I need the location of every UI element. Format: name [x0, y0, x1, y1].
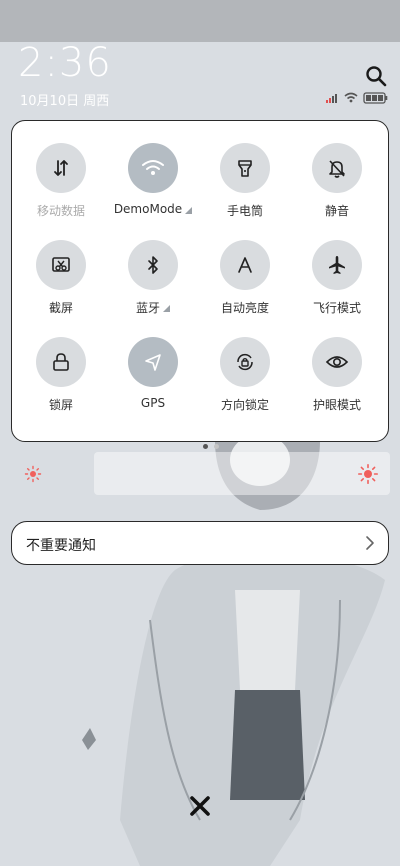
- mobile-data-icon: [36, 143, 86, 193]
- auto-brightness-icon: [220, 240, 270, 290]
- brightness-low-icon: [24, 465, 42, 483]
- flashlight-icon: [220, 143, 270, 193]
- page-dot[interactable]: [214, 444, 219, 449]
- mute-bell-icon: [312, 143, 362, 193]
- tile-screenshot[interactable]: 截屏: [16, 240, 106, 330]
- tile-label: 手电筒: [226, 204, 263, 218]
- battery-icon: [363, 92, 388, 104]
- expand-arrow-icon[interactable]: [185, 206, 193, 214]
- tile-label: 护眼模式: [312, 398, 361, 412]
- tile-label-row: 蓝牙: [108, 299, 198, 316]
- wifi-status-icon: [344, 92, 358, 103]
- tile-flashlight[interactable]: 手电筒: [200, 143, 290, 233]
- tile-label: DemoMode: [113, 202, 183, 216]
- tile-gps[interactable]: GPS: [108, 337, 198, 427]
- tile-mute[interactable]: 静音: [292, 143, 382, 233]
- bluetooth-icon: [128, 240, 178, 290]
- tile-label: 自动亮度: [220, 301, 269, 315]
- tile-eye-care[interactable]: 护眼模式: [292, 337, 382, 427]
- tile-bluetooth[interactable]: 蓝牙: [108, 240, 198, 330]
- search-icon[interactable]: [364, 64, 388, 88]
- tile-lock-screen[interactable]: 锁屏: [16, 337, 106, 427]
- chevron-right-icon: [366, 536, 374, 550]
- rotation-lock-icon: [220, 337, 270, 387]
- lock-icon: [36, 337, 86, 387]
- tile-rotation-lock[interactable]: 方向锁定: [200, 337, 290, 427]
- brightness-control: [0, 452, 400, 496]
- eye-icon: [312, 337, 362, 387]
- top-status-strip: [0, 0, 400, 42]
- notification-group-label: 不重要通知: [26, 538, 96, 554]
- tile-label-row: DemoMode: [108, 202, 198, 216]
- clear-all-close-icon[interactable]: [188, 794, 212, 818]
- tile-label: 方向锁定: [220, 398, 269, 412]
- tile-label: 移动数据: [36, 204, 85, 218]
- tile-mobile-data[interactable]: 移动数据: [16, 143, 106, 233]
- tile-label: 截屏: [48, 301, 73, 315]
- status-icons: [326, 92, 388, 104]
- brightness-slider[interactable]: [94, 452, 390, 495]
- tile-label: 蓝牙: [135, 301, 160, 315]
- quick-settings-panel: 移动数据 DemoMode 手电筒 静音 截屏 蓝牙 自动亮度 飞行模式 锁屏 …: [11, 120, 389, 449]
- wifi-icon: [128, 143, 178, 193]
- tile-label: GPS: [140, 396, 166, 410]
- gps-icon: [128, 337, 178, 387]
- date-label: 10月10日 周西: [20, 94, 110, 109]
- page-dot-active[interactable]: [203, 444, 208, 449]
- tile-label: 飞行模式: [312, 301, 361, 315]
- tile-label: 静音: [324, 204, 349, 218]
- tile-label: 锁屏: [48, 398, 73, 412]
- tile-auto-brightness[interactable]: 自动亮度: [200, 240, 290, 330]
- screenshot-icon: [36, 240, 86, 290]
- tile-airplane[interactable]: 飞行模式: [292, 240, 382, 330]
- expand-arrow-icon[interactable]: [163, 305, 170, 312]
- unimportant-notifications[interactable]: 不重要通知: [11, 521, 389, 565]
- clock-time: 2:36: [18, 40, 112, 86]
- airplane-icon: [312, 240, 362, 290]
- tile-wifi[interactable]: DemoMode: [108, 143, 198, 233]
- signal-icon: [326, 94, 337, 103]
- brightness-high-icon: [358, 464, 378, 484]
- page-indicator: [200, 434, 222, 453]
